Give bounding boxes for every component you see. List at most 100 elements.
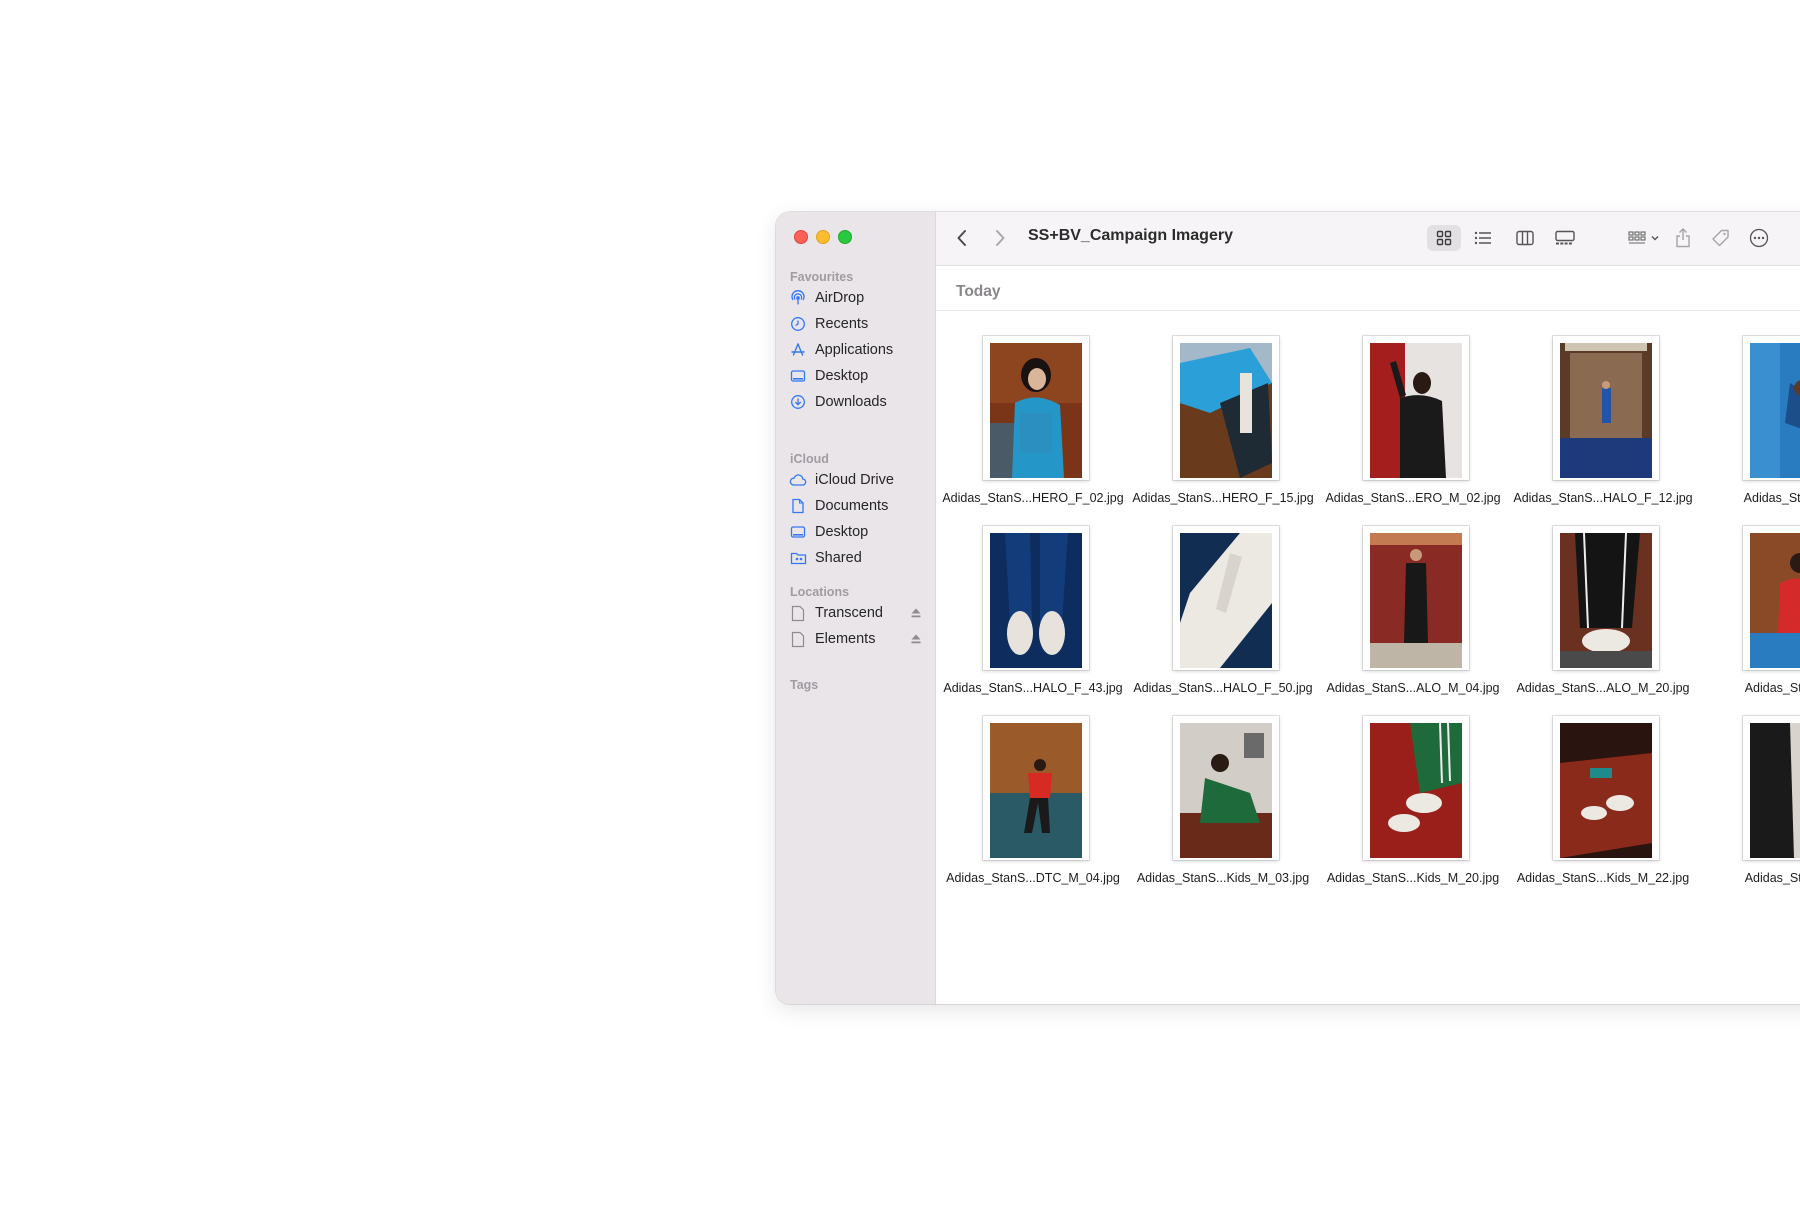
eject-icon[interactable] [909,606,923,620]
sidebar-item-label: AirDrop [815,290,865,306]
file-thumbnail [1363,526,1469,670]
file-thumbnail [1173,336,1279,480]
file-thumbnail [983,526,1089,670]
photo-thumbnail-image [1750,343,1800,478]
file-item[interactable]: Adidas_StanS...HALO_F_43.jpg [938,501,1128,701]
sidebar-item-applications[interactable]: Applications [789,337,927,363]
back-button[interactable] [952,225,972,251]
photo-thumbnail-image [990,533,1082,668]
file-name: Adidas_StanS...Kids_M_22.jpg [1516,871,1690,885]
gallery-view-button[interactable] [1548,225,1582,251]
file-thumbnail [1363,716,1469,860]
toolbar: SS+BV_Campaign Imagery [936,212,1800,266]
more-actions-icon[interactable] [1746,225,1772,251]
file-item[interactable]: Adidas_StanS...ERO_M_02.jpg [1318,311,1508,511]
sidebar-item-icloud-drive[interactable]: iCloud Drive [789,467,927,493]
column-view-button[interactable] [1508,225,1542,251]
sidebar-item-label: Documents [815,498,889,514]
forward-button[interactable] [990,225,1010,251]
photo-thumbnail-image [1370,343,1462,478]
photo-thumbnail-image [1180,343,1272,478]
finder-window: Favourites AirDrop Recents Applications … [776,212,1800,1004]
sidebar-item-airdrop[interactable]: AirDrop [789,285,927,311]
tag-icon[interactable] [1708,225,1734,251]
sidebar-item-downloads[interactable]: Downloads [789,389,927,415]
sidebar-item-label: Desktop [815,368,869,384]
download-icon [789,393,807,411]
sidebar-item-icloud-desktop[interactable]: Desktop [789,519,927,545]
sidebar-item-desktop[interactable]: Desktop [789,363,927,389]
drive-icon [789,604,807,622]
cloud-icon [789,471,807,489]
file-item[interactable]: Adidas_StanS...HERO_F_02.jpg [938,311,1128,511]
file-name: Adidas_StanS...Kids_M_20.jpg [1326,871,1500,885]
file-name: Adidas_StanS...Kids_M_03.jpg [1136,871,1310,885]
sidebar-item-shared[interactable]: Shared [789,545,927,571]
photo-thumbnail-image [1560,533,1652,668]
photo-thumbnail-image [1370,723,1462,858]
shared-folder-icon [789,549,807,567]
file-grid: Adidas_StanS...HERO_F_02.jpg Adidas_Stan… [936,311,1800,1004]
file-item[interactable]: Adidas_StanS..._ [1698,501,1800,701]
file-item[interactable]: Adidas_StanS...H [1698,311,1800,511]
file-thumbnail [983,336,1089,480]
file-item[interactable]: Adidas_StanS...DTC_M_04.jpg [938,691,1128,891]
eject-icon[interactable] [909,632,923,646]
airdrop-icon [789,289,807,307]
sidebar-item-documents[interactable]: Documents [789,493,927,519]
sidebar-section-locations: Locations [790,585,850,599]
group-header: Today [936,265,1800,311]
file-thumbnail [1363,336,1469,480]
window-title: SS+BV_Campaign Imagery [1028,227,1233,244]
file-thumbnail [1743,716,1800,860]
share-icon[interactable] [1670,225,1696,251]
file-item[interactable]: Adidas_StanS..._ [1698,691,1800,891]
file-item[interactable]: Adidas_StanS...Kids_M_20.jpg [1318,691,1508,891]
sidebar-section-icloud: iCloud [790,452,829,466]
file-thumbnail [1553,716,1659,860]
photo-thumbnail-image [1750,533,1800,668]
photo-thumbnail-image [990,343,1082,478]
zoom-window-button[interactable] [838,230,852,244]
sidebar-section-tags: Tags [790,678,819,692]
file-thumbnail [983,716,1089,860]
sidebar-item-transcend[interactable]: Transcend [789,600,927,626]
document-icon [789,497,807,515]
group-by-button[interactable] [1624,225,1664,251]
file-thumbnail [1743,526,1800,670]
photo-thumbnail-image [1180,533,1272,668]
sidebar-item-label: iCloud Drive [815,472,894,488]
photo-thumbnail-image [1180,723,1272,858]
sidebar-item-label: Transcend [815,605,883,621]
photo-thumbnail-image [990,723,1082,858]
file-item[interactable]: Adidas_StanS...ALO_M_04.jpg [1318,501,1508,701]
drive-icon [789,630,807,648]
photo-thumbnail-image [1560,343,1652,478]
desktop-icon [789,367,807,385]
photo-thumbnail-image [1560,723,1652,858]
sidebar-item-label: Desktop [815,524,869,540]
file-thumbnail [1173,716,1279,860]
file-item[interactable]: Adidas_StanS...Kids_M_22.jpg [1508,691,1698,891]
file-thumbnail [1743,336,1800,480]
file-item[interactable]: Adidas_StanS...ALO_M_20.jpg [1508,501,1698,701]
sidebar: Favourites AirDrop Recents Applications … [776,212,936,1004]
close-window-button[interactable] [794,230,808,244]
sidebar-item-label: Recents [815,316,869,332]
main-content: SS+BV_Campaign Imagery Today Adidas_Stan… [936,212,1800,1004]
file-thumbnail [1173,526,1279,670]
window-controls [794,230,852,244]
applications-icon [789,341,807,359]
minimize-window-button[interactable] [816,230,830,244]
desktop-icon [789,523,807,541]
list-view-button[interactable] [1466,225,1500,251]
clock-icon [789,315,807,333]
file-item[interactable]: Adidas_StanS...HALO_F_50.jpg [1128,501,1318,701]
file-item[interactable]: Adidas_StanS...HALO_F_12.jpg [1508,311,1698,511]
file-item[interactable]: Adidas_StanS...Kids_M_03.jpg [1128,691,1318,891]
sidebar-item-recents[interactable]: Recents [789,311,927,337]
sidebar-item-elements[interactable]: Elements [789,626,927,652]
file-item[interactable]: Adidas_StanS...HERO_F_15.jpg [1128,311,1318,511]
icon-view-button[interactable] [1427,225,1461,251]
group-heading: Today [956,283,1001,300]
